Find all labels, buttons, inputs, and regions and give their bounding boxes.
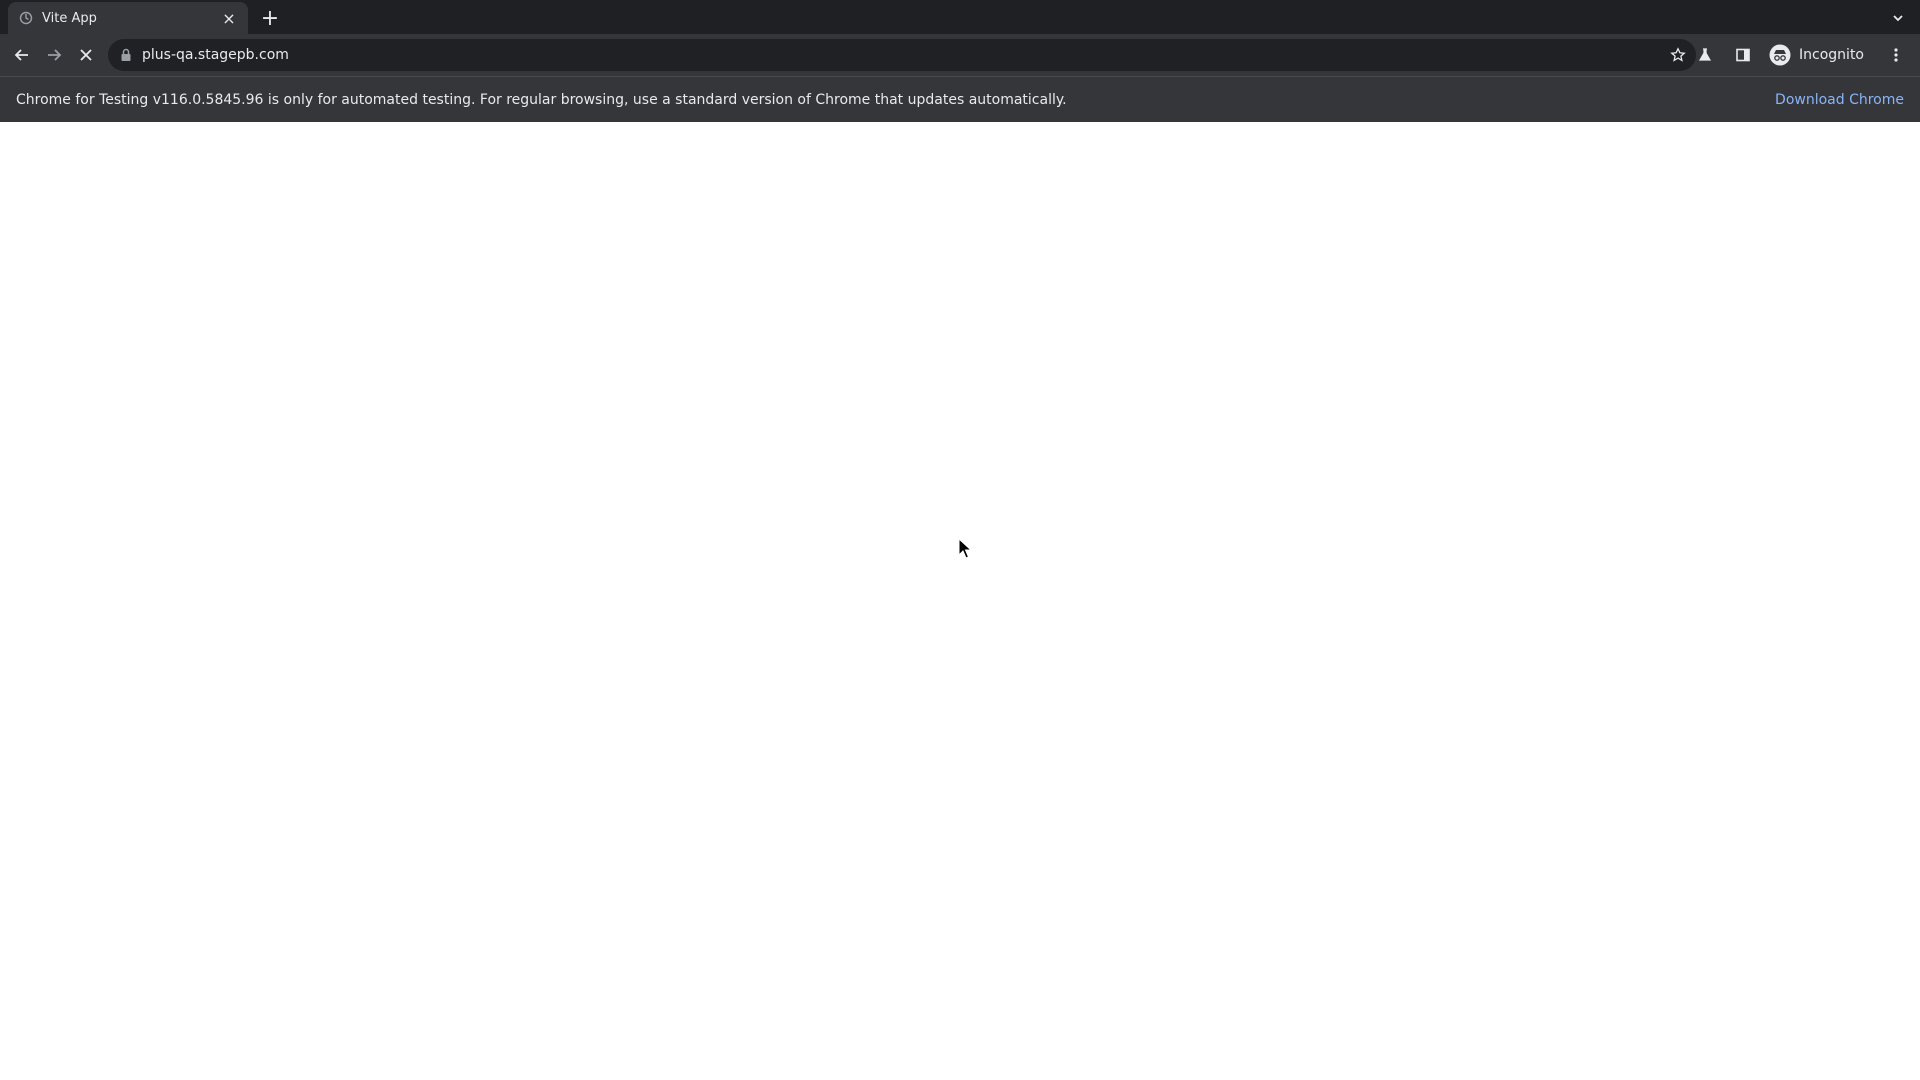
chevron-down-icon[interactable] (1886, 6, 1910, 30)
forward-button[interactable] (38, 39, 70, 71)
toolbar-right: Incognito (1689, 39, 1912, 71)
back-arrow-icon (14, 49, 28, 61)
close-tab-icon[interactable]: × (220, 9, 238, 28)
address-bar[interactable]: plus-qa.stagepb.com (108, 39, 1696, 71)
kebab-menu-icon (1894, 48, 1898, 62)
browser-window: Vite App × + plus-qa.stagepb.com Incogni… (0, 0, 1920, 1080)
incognito-icon (1769, 44, 1791, 66)
vite-favicon-icon (18, 10, 34, 26)
back-button[interactable] (6, 39, 38, 71)
side-panel-icon (1736, 48, 1750, 62)
incognito-profile-button[interactable]: Incognito (1765, 41, 1874, 69)
new-tab-button[interactable]: + (258, 6, 282, 31)
menu-button[interactable] (1880, 39, 1912, 71)
download-chrome-link[interactable]: Download Chrome (1775, 92, 1904, 108)
tab-strip: Vite App × + (0, 0, 1920, 34)
lock-icon (121, 48, 131, 61)
url-text: plus-qa.stagepb.com (142, 47, 289, 63)
forward-arrow-icon (48, 49, 62, 61)
tab-vite-app[interactable]: Vite App × (8, 2, 248, 34)
tab-title: Vite App (42, 10, 97, 26)
flask-icon (1698, 48, 1712, 61)
profile-label: Incognito (1799, 47, 1864, 63)
mouse-cursor-icon (958, 538, 972, 559)
close-x-icon (80, 49, 92, 61)
infobar-message: Chrome for Testing v116.0.5845.96 is onl… (16, 91, 1067, 108)
bookmark-star-icon[interactable] (1670, 47, 1686, 63)
side-panel-button[interactable] (1727, 39, 1759, 71)
labs-button[interactable] (1689, 39, 1721, 71)
page-content (0, 122, 1920, 1080)
testing-infobar: Chrome for Testing v116.0.5845.96 is onl… (0, 76, 1920, 122)
toolbar: plus-qa.stagepb.com Incognito (0, 34, 1920, 76)
stop-loading-button[interactable] (70, 39, 102, 71)
